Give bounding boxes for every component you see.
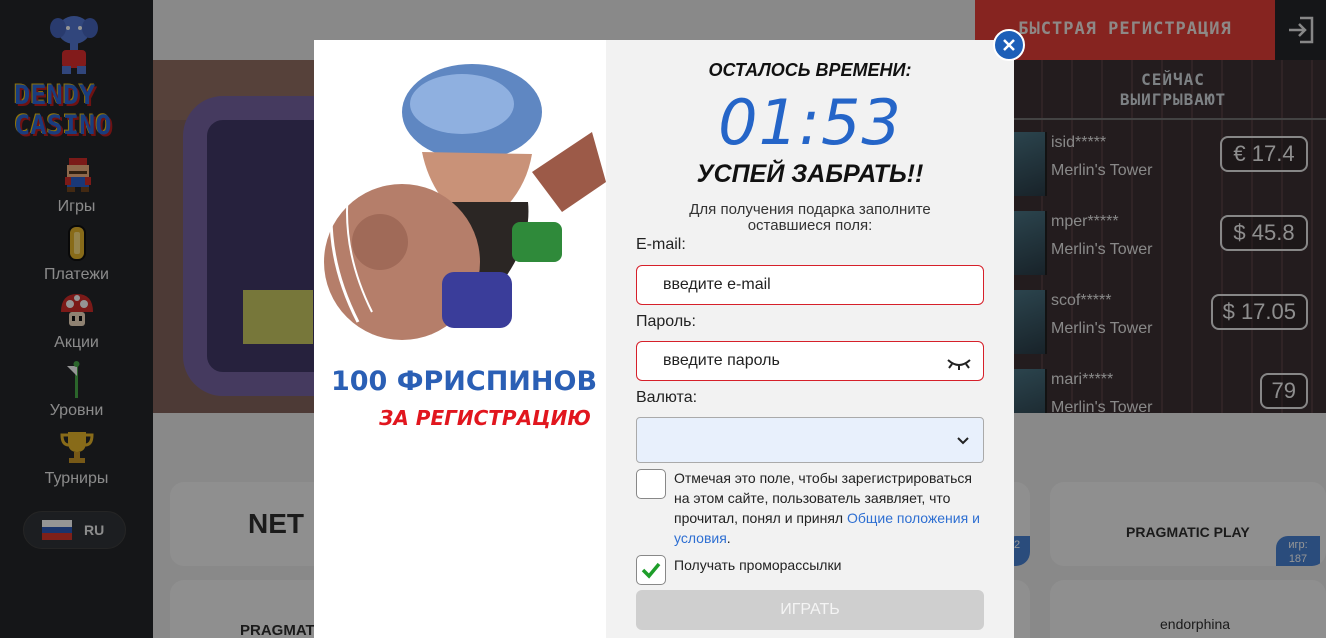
form-subtitle: Для получения подарка заполните оставшие… xyxy=(689,201,931,234)
registration-form: ОСТАЛОСЬ ВРЕМЕНИ: 01:53 УСПЕЙ ЗАБРАТЬ!! … xyxy=(606,40,1014,638)
terms-text: Отмечая это поле, чтобы зарегистрировать… xyxy=(674,468,986,548)
close-modal-button[interactable] xyxy=(993,29,1025,61)
currency-label: Валюта: xyxy=(636,389,698,406)
close-icon xyxy=(1003,39,1015,51)
password-label: Пароль: xyxy=(636,313,696,330)
checkmark-icon xyxy=(641,562,661,579)
modal-promo-panel: 100 ФРИСПИНОВ ЗА РЕГИСТРАЦИЮ xyxy=(314,40,606,638)
password-field[interactable] xyxy=(636,341,984,381)
terms-checkbox[interactable] xyxy=(636,469,666,499)
promo-mailing-checkbox[interactable] xyxy=(636,555,666,585)
eye-closed-icon[interactable] xyxy=(946,356,972,372)
cta-heading: УСПЕЙ ЗАБРАТЬ!! xyxy=(696,160,924,188)
registration-modal: 100 ФРИСПИНОВ ЗА РЕГИСТРАЦИЮ ОСТАЛОСЬ ВР… xyxy=(314,40,1014,638)
email-field[interactable] xyxy=(636,265,984,305)
dwarf-character-illustration xyxy=(324,64,606,340)
chevron-down-icon xyxy=(957,437,969,445)
promo-freespins: 100 ФРИСПИНОВ xyxy=(330,366,598,397)
currency-select[interactable] xyxy=(636,417,984,463)
timer-label: ОСТАЛОСЬ ВРЕМЕНИ: xyxy=(708,60,912,80)
promo-mailing-label: Получать проморассылки xyxy=(674,557,842,573)
email-label: E-mail: xyxy=(636,236,686,253)
promo-for-registration: ЗА РЕГИСТРАЦИЮ xyxy=(379,406,591,430)
play-button[interactable]: ИГРАТЬ xyxy=(636,590,984,630)
countdown-timer: 01:53 xyxy=(718,86,902,159)
terms-end: . xyxy=(726,530,731,546)
